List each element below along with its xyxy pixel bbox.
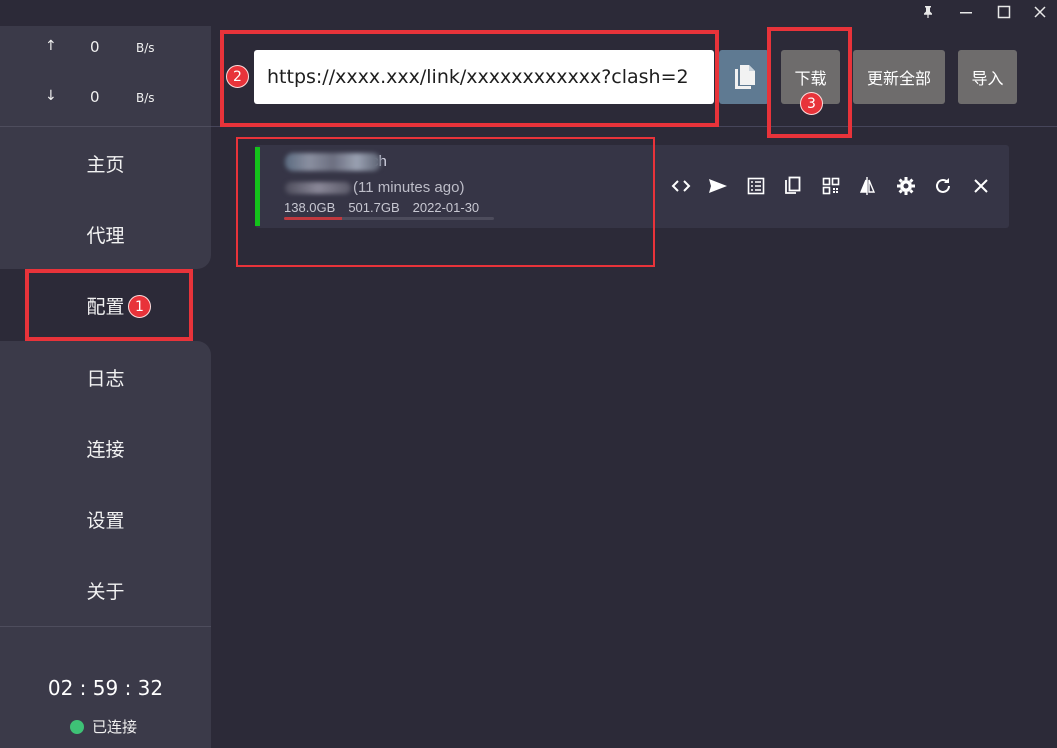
nav-item-about[interactable]: 关于 [0,555,211,625]
paste-button[interactable] [719,50,769,104]
sidebar-divider [0,126,211,127]
annotation-badge-3: 3 [800,92,823,115]
annotation-box-3 [767,27,852,138]
nav-item-connections[interactable]: 连接 [0,413,211,483]
upload-speed: 0 [90,38,100,56]
annotation-badge-1: 1 [128,295,151,318]
download-arrow-icon: ↓ [45,88,57,104]
status-dot-icon [70,719,84,734]
nav-item-logs[interactable]: 日志 [0,342,211,412]
download-unit: B/s [136,91,155,105]
send-icon[interactable] [700,171,738,201]
profile-actions [662,171,1000,201]
upload-unit: B/s [136,41,155,55]
delete-icon[interactable] [962,171,1000,201]
list-icon[interactable] [737,171,775,201]
close-window-icon[interactable] [1022,0,1057,24]
nav-item-label: 日志 [86,367,125,390]
title-bar [0,0,1057,26]
sidebar-divider [0,626,211,627]
maximize-icon[interactable] [986,0,1022,24]
annotation-badge-2: 2 [226,65,249,88]
pin-icon[interactable] [910,0,946,24]
download-speed: 0 [90,88,100,106]
copy-icon[interactable] [775,171,813,201]
connection-status: 已连接 [70,716,137,737]
uptime-clock: 02 : 59 : 32 [47,676,164,700]
nav-item-home[interactable]: 主页 [0,128,211,198]
import-button[interactable]: 导入 [958,50,1017,104]
code-icon[interactable] [662,171,700,201]
settings-icon[interactable] [887,171,925,201]
nav-item-label: 连接 [86,438,125,461]
paste-icon [735,65,755,89]
annotation-box-1 [25,269,193,341]
nav-item-label: 代理 [86,224,125,247]
traffic-download: ↓ 0 B/s [0,88,211,118]
annotation-box-profile [236,137,655,267]
nav-item-label: 主页 [86,153,125,176]
nav-item-label: 关于 [86,580,125,603]
refresh-icon[interactable] [925,171,963,201]
qrcode-icon[interactable] [812,171,850,201]
upload-arrow-icon: ↑ [45,38,57,54]
minimize-icon[interactable] [948,0,984,24]
connection-status-label: 已连接 [92,718,138,736]
update-all-button[interactable]: 更新全部 [853,50,945,104]
nav-item-settings[interactable]: 设置 [0,484,211,554]
annotation-box-2 [220,30,719,127]
compare-icon[interactable] [850,171,888,201]
traffic-upload: ↑ 0 B/s [0,38,211,68]
nav-item-label: 设置 [86,509,125,532]
nav-item-proxy[interactable]: 代理 [0,199,211,269]
